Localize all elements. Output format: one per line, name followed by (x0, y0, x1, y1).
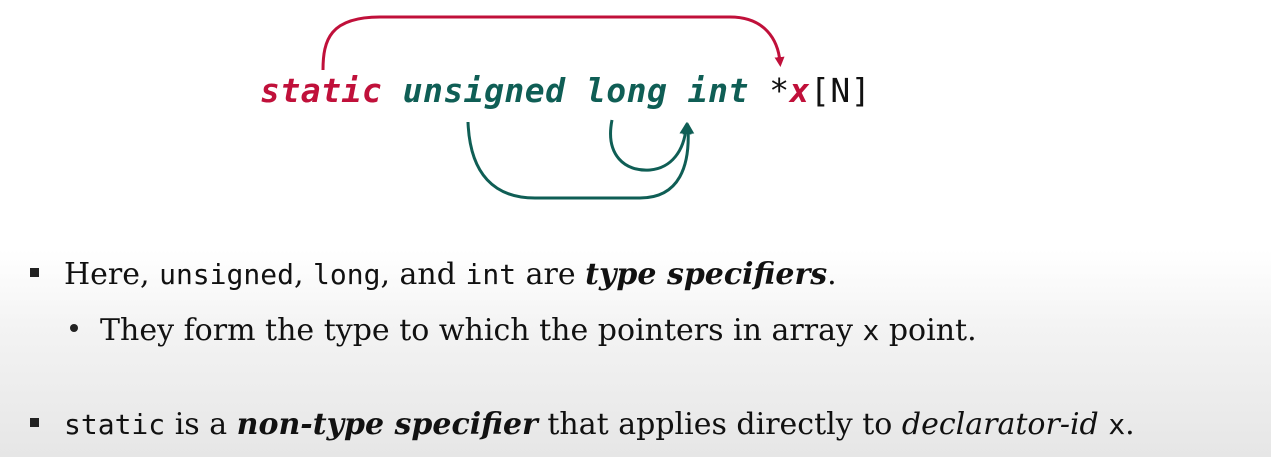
type-specifiers-term: type specifiers (585, 257, 828, 292)
int-keyword: int (687, 71, 749, 110)
unsigned-keyword: unsigned (402, 71, 566, 110)
sub-bullet-pointer-type: They form the type to which the pointers… (70, 311, 977, 351)
static-to-x-arrow (321, 15, 785, 71)
square-bullet-icon (30, 267, 39, 277)
square-bullet-icon (30, 417, 39, 427)
bullet-non-type-specifier: static is a non-type specifier that appl… (30, 405, 1135, 445)
declarator-id-term: declarator-id (901, 407, 1099, 442)
long-to-int-arrow (609, 119, 692, 172)
round-bullet-icon (70, 324, 78, 332)
long-keyword: long (585, 71, 668, 110)
declarator-x: x (789, 71, 811, 110)
array-bound: [N] (810, 71, 872, 110)
static-keyword: static (260, 71, 383, 110)
declaration-code: static unsigned long int *x[N] (260, 66, 871, 116)
pointer-star: * (769, 71, 790, 110)
unsigned-to-int-arrow (466, 121, 695, 200)
bullet-type-specifiers: Here, unsigned, long, and int are type s… (30, 255, 837, 295)
non-type-specifier-term: non-type specifier (236, 407, 538, 442)
